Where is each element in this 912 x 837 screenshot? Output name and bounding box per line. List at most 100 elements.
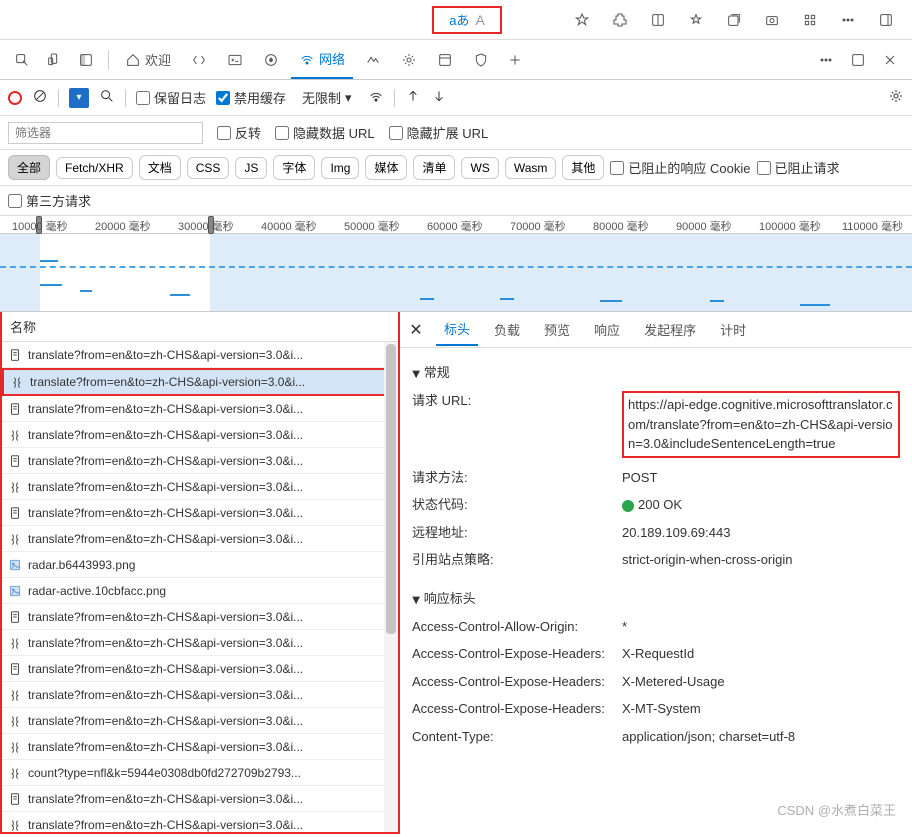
new-tab-icon[interactable] xyxy=(501,46,529,74)
request-row[interactable]: translate?from=en&to=zh-CHS&api-version=… xyxy=(2,368,398,396)
request-list[interactable]: translate?from=en&to=zh-CHS&api-version=… xyxy=(2,342,398,832)
request-row[interactable]: translate?from=en&to=zh-CHS&api-version=… xyxy=(2,812,398,832)
detail-tab-preview[interactable]: 预览 xyxy=(536,314,578,345)
request-row[interactable]: radar.b6443993.png xyxy=(2,552,398,578)
close-devtools-icon[interactable] xyxy=(876,46,904,74)
favorites-bar-icon[interactable] xyxy=(678,5,714,35)
tab-application[interactable] xyxy=(429,41,461,79)
favorite-icon[interactable] xyxy=(564,5,600,35)
download-icon[interactable] xyxy=(431,88,447,107)
inspect-icon[interactable] xyxy=(8,46,36,74)
request-row[interactable]: translate?from=en&to=zh-CHS&api-version=… xyxy=(2,500,398,526)
detail-tab-payload[interactable]: 负载 xyxy=(486,314,528,345)
request-row[interactable]: translate?from=en&to=zh-CHS&api-version=… xyxy=(2,474,398,500)
type-font[interactable]: 字体 xyxy=(273,155,315,180)
filter-input[interactable] xyxy=(8,122,203,144)
section-general[interactable]: ▶常规 xyxy=(412,356,900,387)
translate-icon: aあ xyxy=(449,10,469,29)
tab-sources[interactable] xyxy=(255,41,287,79)
type-img[interactable]: Img xyxy=(321,157,359,179)
filter-toggle[interactable]: ▾ xyxy=(69,88,89,108)
request-row[interactable]: translate?from=en&to=zh-CHS&api-version=… xyxy=(2,342,398,368)
devtools-tabs: 欢迎 网络 xyxy=(0,40,912,80)
third-party-checkbox[interactable]: 第三方请求 xyxy=(8,191,91,210)
apps-icon[interactable] xyxy=(792,5,828,35)
settings-icon[interactable] xyxy=(888,88,904,107)
header-key: Access-Control-Allow-Origin: xyxy=(412,617,622,637)
clear-button[interactable] xyxy=(32,88,48,107)
invert-checkbox[interactable]: 反转 xyxy=(217,123,261,142)
request-row[interactable]: translate?from=en&to=zh-CHS&api-version=… xyxy=(2,734,398,760)
request-row[interactable]: translate?from=en&to=zh-CHS&api-version=… xyxy=(2,786,398,812)
hide-data-url-checkbox[interactable]: 隐藏数据 URL xyxy=(275,123,375,142)
device-icon[interactable] xyxy=(40,46,68,74)
hide-ext-url-checkbox[interactable]: 隐藏扩展 URL xyxy=(389,123,489,142)
type-media[interactable]: 媒体 xyxy=(365,155,407,180)
request-row[interactable]: count?type=nfl&k=5944e0308db0fd272709b27… xyxy=(2,760,398,786)
detail-tab-headers[interactable]: 标头 xyxy=(436,313,478,346)
request-row[interactable]: translate?from=en&to=zh-CHS&api-version=… xyxy=(2,708,398,734)
type-other[interactable]: 其他 xyxy=(562,155,604,180)
tab-elements[interactable] xyxy=(183,41,215,79)
dock-side-icon[interactable] xyxy=(844,46,872,74)
split-icon[interactable] xyxy=(640,5,676,35)
type-doc[interactable]: 文档 xyxy=(139,155,181,180)
type-js[interactable]: JS xyxy=(235,157,267,179)
search-icon[interactable] xyxy=(99,88,115,107)
throttle-select[interactable]: 无限制 ▾ xyxy=(296,86,358,109)
type-all[interactable]: 全部 xyxy=(8,155,50,180)
more-tools-icon[interactable] xyxy=(812,46,840,74)
header-key: Access-Control-Expose-Headers: xyxy=(412,672,622,692)
request-row[interactable]: translate?from=en&to=zh-CHS&api-version=… xyxy=(2,630,398,656)
offline-icon[interactable] xyxy=(368,88,384,107)
tab-memory[interactable] xyxy=(393,41,425,79)
tab-security[interactable] xyxy=(465,41,497,79)
record-button[interactable] xyxy=(8,91,22,105)
section-response-headers[interactable]: ▶响应标头 xyxy=(412,582,900,613)
tab-welcome[interactable]: 欢迎 xyxy=(117,41,179,79)
request-row[interactable]: radar-active.10cbfacc.png xyxy=(2,578,398,604)
close-detail-icon[interactable]: ✕ xyxy=(404,318,428,342)
request-row[interactable]: translate?from=en&to=zh-CHS&api-version=… xyxy=(2,526,398,552)
request-row[interactable]: translate?from=en&to=zh-CHS&api-version=… xyxy=(2,396,398,422)
upload-icon[interactable] xyxy=(405,88,421,107)
detail-tab-response[interactable]: 响应 xyxy=(586,314,628,345)
value-request-url: https://api-edge.cognitive.microsofttran… xyxy=(622,391,900,458)
request-row[interactable]: translate?from=en&to=zh-CHS&api-version=… xyxy=(2,656,398,682)
extensions-icon[interactable] xyxy=(602,5,638,35)
more-icon[interactable] xyxy=(830,5,866,35)
type-ws[interactable]: WS xyxy=(461,157,498,179)
disable-cache-checkbox[interactable]: 禁用缓存 xyxy=(216,88,286,107)
blocked-cookie-checkbox[interactable]: 已阻止的响应 Cookie xyxy=(610,158,750,177)
type-wasm[interactable]: Wasm xyxy=(505,157,557,179)
type-filter-row: 全部 Fetch/XHR 文档 CSS JS 字体 Img 媒体 清单 WS W… xyxy=(0,150,912,186)
blocked-request-checkbox[interactable]: 已阻止请求 xyxy=(757,158,840,177)
request-row[interactable]: translate?from=en&to=zh-CHS&api-version=… xyxy=(2,448,398,474)
scrollbar-thumb[interactable] xyxy=(386,344,396,634)
detail-tab-timing[interactable]: 计时 xyxy=(712,314,754,345)
type-manifest[interactable]: 清单 xyxy=(413,155,455,180)
document-icon xyxy=(8,610,22,624)
preserve-log-checkbox[interactable]: 保留日志 xyxy=(136,88,206,107)
request-row[interactable]: translate?from=en&to=zh-CHS&api-version=… xyxy=(2,422,398,448)
request-name: translate?from=en&to=zh-CHS&api-version=… xyxy=(28,662,303,676)
detail-tab-initiator[interactable]: 发起程序 xyxy=(636,314,704,345)
dock-icon[interactable] xyxy=(72,46,100,74)
translate-button[interactable]: aあ A xyxy=(432,6,502,34)
sidebar-toggle-icon[interactable] xyxy=(868,5,904,35)
collections-icon[interactable] xyxy=(716,5,752,35)
screenshot-icon[interactable] xyxy=(754,5,790,35)
request-row[interactable]: translate?from=en&to=zh-CHS&api-version=… xyxy=(2,682,398,708)
timeline-tick: 50000 毫秒 xyxy=(344,218,400,234)
type-css[interactable]: CSS xyxy=(187,157,230,179)
request-row[interactable]: translate?from=en&to=zh-CHS&api-version=… xyxy=(2,604,398,630)
tab-console[interactable] xyxy=(219,41,251,79)
request-list-pane: 名称 translate?from=en&to=zh-CHS&api-versi… xyxy=(0,312,400,834)
request-name: radar-active.10cbfacc.png xyxy=(28,584,166,598)
column-header-name[interactable]: 名称 xyxy=(2,312,398,342)
timeline-overview[interactable]: 10000 毫秒20000 毫秒30000 毫秒40000 毫秒50000 毫秒… xyxy=(0,216,912,312)
script-icon xyxy=(8,688,22,702)
tab-network[interactable]: 网络 xyxy=(291,41,353,79)
tab-performance[interactable] xyxy=(357,41,389,79)
type-fetch[interactable]: Fetch/XHR xyxy=(56,157,133,179)
